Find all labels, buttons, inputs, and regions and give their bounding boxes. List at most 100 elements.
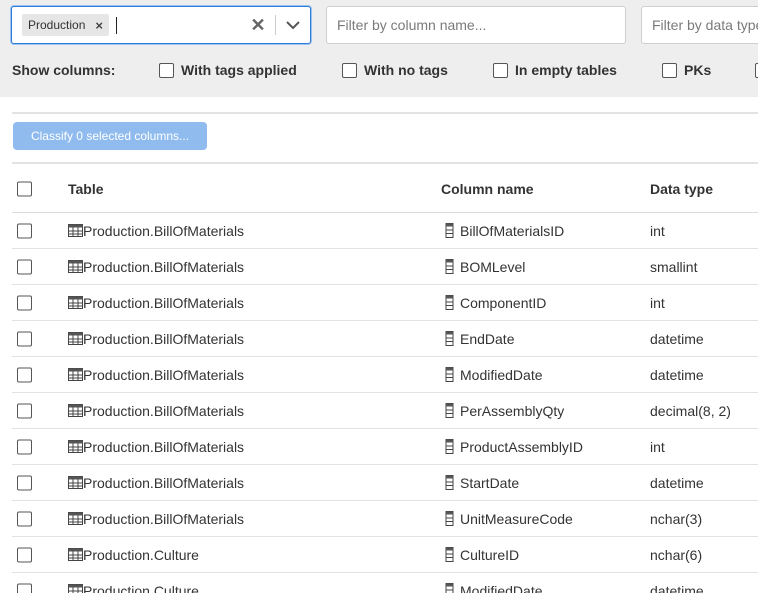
table-row[interactable]: Production.Culture ModifiedDate datetime	[12, 573, 758, 593]
data-type-filter-input[interactable]	[641, 6, 758, 44]
option-pks[interactable]: PKs	[662, 59, 711, 81]
table-row[interactable]: Production.BillOfMaterials UnitMeasureCo…	[12, 501, 758, 537]
table-row[interactable]: Production.BillOfMaterials StartDate dat…	[12, 465, 758, 501]
chip-remove-icon[interactable]: ×	[95, 19, 103, 32]
data-type-cell: datetime	[650, 330, 704, 347]
table-name: Production.BillOfMaterials	[83, 366, 245, 383]
table-row[interactable]: Production.BillOfMaterials PerAssemblyQt…	[12, 393, 758, 429]
table-grid-icon	[68, 368, 83, 381]
table-name: Production.Culture	[83, 582, 199, 593]
row-checkbox[interactable]	[17, 259, 32, 274]
table-row[interactable]: Production.BillOfMaterials BOMLevel smal…	[12, 249, 758, 285]
grid-header: Table Column name Data type	[12, 165, 758, 213]
column-icon	[445, 403, 454, 418]
table-cell: Production.Culture	[68, 583, 199, 593]
table-grid-icon	[68, 332, 83, 345]
column-name: ModifiedDate	[460, 366, 543, 383]
row-checkbox[interactable]	[17, 583, 32, 593]
data-type-cell: datetime	[650, 582, 704, 593]
header-table[interactable]: Table	[68, 181, 104, 197]
table-cell: Production.BillOfMaterials	[68, 331, 244, 347]
column-name: ModifiedDate	[460, 582, 543, 593]
table-grid-icon	[68, 548, 83, 561]
column-name: StartDate	[460, 474, 520, 491]
data-type-cell: nchar(6)	[650, 546, 703, 563]
option-label: With tags applied	[181, 62, 297, 78]
table-grid-icon	[68, 224, 83, 237]
chevron-down-icon[interactable]	[280, 14, 306, 36]
table-name: Production.BillOfMaterials	[83, 330, 245, 347]
column-icon	[445, 547, 454, 562]
column-icon	[445, 511, 454, 526]
table-row[interactable]: Production.Culture CultureID nchar(6)	[12, 537, 758, 573]
column-cell: EndDate	[445, 331, 514, 347]
option-label: In empty tables	[515, 62, 617, 78]
table-cell: Production.BillOfMaterials	[68, 475, 244, 491]
table-grid-icon	[68, 404, 83, 417]
checkbox[interactable]	[662, 62, 677, 78]
column-name: PerAssemblyQty	[460, 402, 565, 419]
data-type-cell: decimal(8, 2)	[650, 402, 731, 419]
table-name: Production.BillOfMaterials	[83, 438, 245, 455]
table-name: Production.BillOfMaterials	[83, 258, 245, 275]
table-cell: Production.BillOfMaterials	[68, 259, 244, 275]
table-name: Production.BillOfMaterials	[83, 222, 245, 239]
table-row[interactable]: Production.BillOfMaterials ComponentID i…	[12, 285, 758, 321]
table-cell: Production.Culture	[68, 547, 199, 563]
data-type-cell: nchar(3)	[650, 510, 703, 527]
checkbox[interactable]	[493, 62, 508, 78]
table-grid-icon	[68, 512, 83, 525]
column-cell: StartDate	[445, 475, 519, 491]
column-name: ComponentID	[460, 294, 547, 311]
classify-button[interactable]: Classify 0 selected columns...	[13, 122, 207, 150]
data-type-cell: datetime	[650, 474, 704, 491]
table-row[interactable]: Production.BillOfMaterials ModifiedDate …	[12, 357, 758, 393]
table-cell: Production.BillOfMaterials	[68, 223, 244, 239]
column-cell: BillOfMaterialsID	[445, 223, 564, 239]
table-grid-icon	[68, 476, 83, 489]
table-name: Production.BillOfMaterials	[83, 510, 245, 527]
schema-chip-label: Production	[28, 18, 86, 32]
column-cell: ModifiedDate	[445, 367, 543, 383]
table-row[interactable]: Production.BillOfMaterials ProductAssemb…	[12, 429, 758, 465]
row-checkbox[interactable]	[17, 475, 32, 490]
row-checkbox[interactable]	[17, 331, 32, 346]
select-all-checkbox[interactable]	[17, 181, 32, 196]
schema-filter-select[interactable]: Production × ✕	[11, 6, 311, 44]
column-name: UnitMeasureCode	[460, 510, 573, 527]
row-checkbox[interactable]	[17, 223, 32, 238]
row-checkbox[interactable]	[17, 295, 32, 310]
divider	[12, 112, 758, 114]
column-name: CultureID	[460, 546, 520, 563]
row-checkbox[interactable]	[17, 439, 32, 454]
column-cell: BOMLevel	[445, 259, 525, 275]
clear-icon[interactable]: ✕	[247, 14, 269, 36]
checkbox[interactable]	[342, 62, 357, 78]
header-column-name[interactable]: Column name	[441, 181, 534, 197]
row-checkbox[interactable]	[17, 403, 32, 418]
row-checkbox[interactable]	[17, 367, 32, 382]
data-type-cell: datetime	[650, 366, 704, 383]
column-name: EndDate	[460, 330, 515, 347]
table-grid-icon	[68, 584, 83, 593]
column-icon	[445, 259, 454, 274]
row-checkbox[interactable]	[17, 547, 32, 562]
option-with-tags-applied[interactable]: With tags applied	[159, 59, 297, 81]
column-cell: ModifiedDate	[445, 583, 543, 593]
header-data-type[interactable]: Data type	[650, 181, 713, 197]
table-name: Production.BillOfMaterials	[83, 402, 245, 419]
column-name: ProductAssemblyID	[460, 438, 583, 455]
grid-body: Production.BillOfMaterials BillOfMateria…	[12, 213, 758, 593]
column-name-filter-input[interactable]	[326, 6, 626, 44]
row-checkbox[interactable]	[17, 511, 32, 526]
select-separator	[275, 15, 276, 35]
option-with-no-tags[interactable]: With no tags	[342, 59, 448, 81]
column-icon	[445, 331, 454, 346]
option-in-empty-tables[interactable]: In empty tables	[493, 59, 617, 81]
table-row[interactable]: Production.BillOfMaterials BillOfMateria…	[12, 213, 758, 249]
table-row[interactable]: Production.BillOfMaterials EndDate datet…	[12, 321, 758, 357]
column-name: BOMLevel	[460, 258, 526, 275]
column-cell: UnitMeasureCode	[445, 511, 573, 527]
schema-chip: Production ×	[22, 14, 109, 36]
checkbox[interactable]	[159, 62, 174, 78]
